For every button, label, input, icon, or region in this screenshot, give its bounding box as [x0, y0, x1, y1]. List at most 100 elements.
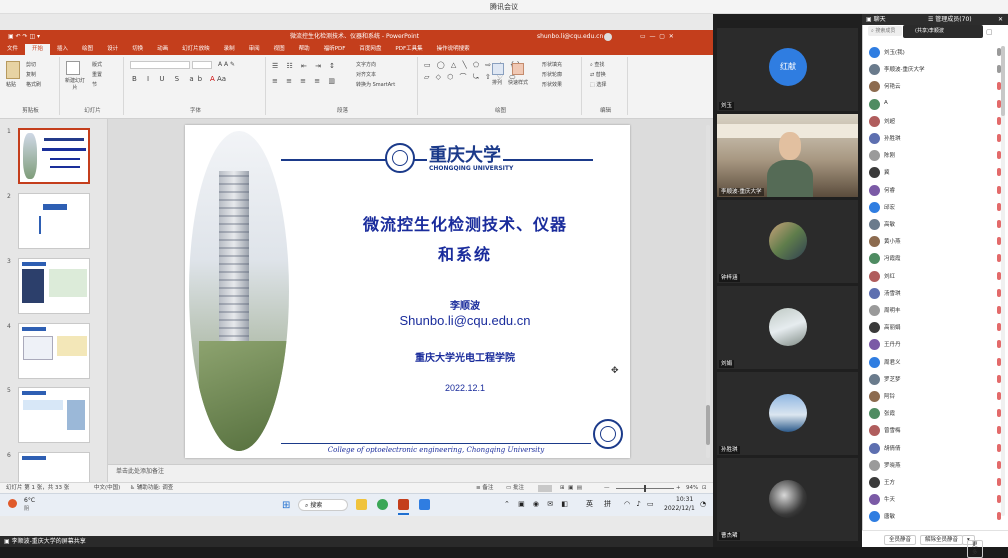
video-tile[interactable]: 刘娟	[717, 286, 858, 369]
cut-button[interactable]: 剪切	[26, 61, 36, 68]
tab-draw[interactable]: 绘图	[75, 44, 100, 55]
video-tile[interactable]: 钟梓涵	[717, 200, 858, 283]
account-avatar[interactable]	[604, 33, 612, 41]
member-row[interactable]: 周君义	[862, 354, 1008, 371]
member-row[interactable]: 王丹丹	[862, 336, 1008, 353]
more-button[interactable]: 更多 ▾	[962, 535, 983, 558]
tab-transitions[interactable]: 切换	[125, 44, 150, 55]
member-row[interactable]: 邱宏	[862, 199, 1008, 216]
member-row[interactable]: 周明丰	[862, 302, 1008, 319]
video-tile[interactable]: 李顺波-重庆大学	[717, 114, 858, 197]
unmute-all-button[interactable]: 解除全员静音	[920, 535, 964, 545]
tab-file[interactable]: 文件	[0, 44, 25, 55]
tab-record[interactable]: 录制	[217, 44, 242, 55]
member-row[interactable]: 罗芝梦	[862, 371, 1008, 388]
member-row[interactable]: 张霞	[862, 405, 1008, 422]
font-size-box[interactable]	[192, 61, 212, 69]
member-row[interactable]: 黄小燕	[862, 233, 1008, 250]
member-row[interactable]: 高丽娟	[862, 319, 1008, 336]
notes-pane[interactable]: 单击此处添加备注	[108, 464, 713, 482]
tab-view[interactable]: 视图	[267, 44, 292, 55]
member-row[interactable]: A	[862, 96, 1008, 113]
select-button[interactable]: ⬚ 选择	[590, 81, 606, 88]
tab-tell-me[interactable]: 操作说明搜索	[430, 44, 477, 55]
panel-more-icon[interactable]: ▢	[986, 28, 993, 36]
member-row[interactable]: 胡倩倩	[862, 440, 1008, 457]
canvas-scroll-thumb[interactable]	[706, 405, 710, 445]
thumbnail-slide-2[interactable]	[18, 193, 90, 249]
paste-icon[interactable]	[6, 61, 20, 79]
video-tile[interactable]: 孙胜琪	[717, 372, 858, 455]
member-row[interactable]: 刘玉(我)	[862, 44, 1008, 61]
shapes-gallery-icon[interactable]: ▭ ◯ △ ╲ ⬠ ⇨ ☆ {}	[424, 61, 523, 69]
member-row[interactable]: 冯霞霞	[862, 250, 1008, 267]
member-row[interactable]: 高敏	[862, 216, 1008, 233]
thumbnail-slide-1[interactable]	[18, 128, 90, 184]
window-controls-icon[interactable]: ▭ — ▢ ✕	[640, 30, 674, 44]
font-format-icons[interactable]: B I U S ab	[132, 75, 206, 83]
mute-all-button[interactable]: 全员静音	[884, 535, 917, 545]
replace-button[interactable]: ⇄ 替换	[590, 71, 606, 78]
thumbnail-slide-6[interactable]	[18, 452, 90, 482]
thumbnail-slide-5[interactable]	[18, 387, 90, 443]
browser-icon[interactable]	[377, 499, 388, 510]
reset-button[interactable]: 重置	[92, 71, 102, 78]
member-scroll-thumb[interactable]	[1001, 46, 1005, 116]
member-row[interactable]: 牛天	[862, 491, 1008, 508]
panel-close-icon[interactable]: ✕	[998, 14, 1003, 25]
zoom-slider[interactable]	[616, 485, 674, 492]
tab-slideshow[interactable]: 幻灯片放映	[175, 44, 217, 55]
member-row[interactable]: 王方	[862, 474, 1008, 491]
member-row[interactable]: 唐敏	[862, 508, 1008, 524]
member-row[interactable]: 何睿	[862, 182, 1008, 199]
ime-english[interactable]: 英	[586, 499, 593, 509]
align-icons[interactable]: ≡ ≡ ≡ ≡ ▥	[272, 77, 338, 85]
member-row[interactable]: 汤雪琪	[862, 285, 1008, 302]
normal-view-icon[interactable]	[538, 485, 552, 492]
member-search-input[interactable]: ⌕ 搜索成员	[868, 26, 902, 36]
powerpoint-taskbar-icon[interactable]	[398, 499, 409, 510]
start-icon[interactable]: ⊞	[282, 500, 290, 511]
layout-button[interactable]: 版式	[92, 61, 102, 68]
find-button[interactable]: ⌕ 查找	[590, 61, 604, 68]
quick-styles-button[interactable]: 快速样式	[508, 79, 528, 86]
sharing-tab[interactable]: (共享)李顺波	[903, 25, 983, 38]
member-row[interactable]: 刘红	[862, 268, 1008, 285]
format-painter-button[interactable]: 格式刷	[26, 81, 41, 88]
network-sound-icons[interactable]: ◠ ♪ ▭	[624, 500, 656, 508]
smartart-button[interactable]: 转换为 SmartArt	[356, 81, 395, 88]
ppt-account[interactable]: shunbo.li@cqu.edu.cn	[537, 30, 603, 44]
thumbnail-slide-3[interactable]	[18, 258, 90, 314]
member-row[interactable]: 阿铃	[862, 388, 1008, 405]
tab-members[interactable]: ☰ 管理成员(70)	[928, 14, 972, 25]
meeting-taskbar-icon[interactable]	[419, 499, 430, 510]
tab-baidu[interactable]: 百度网盘	[352, 44, 388, 55]
clock-date[interactable]: 2022/12/1	[664, 505, 695, 512]
shape-outline-button[interactable]: 形状轮廓	[542, 71, 562, 78]
font-grow-icon[interactable]: A A ✎	[218, 61, 235, 68]
new-slide-icon[interactable]	[66, 61, 80, 75]
video-tile[interactable]: 曹杰珺	[717, 458, 858, 541]
section-button[interactable]: 节	[92, 81, 97, 88]
canvas-scrollbar[interactable]	[706, 125, 710, 458]
align-text-button[interactable]: 对齐文本	[356, 71, 376, 78]
member-row[interactable]: 何艳云	[862, 78, 1008, 95]
tab-design[interactable]: 设计	[100, 44, 125, 55]
notification-icon[interactable]: ◔	[700, 500, 706, 508]
ime-pinyin[interactable]: 拼	[604, 499, 611, 509]
new-slide-button[interactable]: 新建幻灯片	[64, 77, 86, 91]
taskbar-search[interactable]: ⌕ 搜索	[298, 499, 348, 511]
autosave-icon[interactable]: ▣ ↶ ↷ ◫ ▾	[8, 30, 40, 44]
arrange-icon[interactable]	[492, 63, 504, 75]
tab-foxit[interactable]: 福昕PDF	[317, 44, 353, 55]
tab-chat[interactable]: ▣ 聊天	[866, 14, 886, 25]
text-direction-button[interactable]: 文字方向	[356, 61, 376, 68]
font-name-box[interactable]	[130, 61, 190, 69]
tab-help[interactable]: 帮助	[292, 44, 317, 55]
arrange-button[interactable]: 排列	[492, 79, 502, 86]
zoom-slider-thumb[interactable]	[644, 485, 646, 492]
member-row[interactable]: 孙胜琪	[862, 130, 1008, 147]
shape-fill-button[interactable]: 形状填充	[542, 61, 562, 68]
member-row[interactable]: 刘超	[862, 113, 1008, 130]
member-row[interactable]: 李顺波-重庆大学	[862, 61, 1008, 78]
